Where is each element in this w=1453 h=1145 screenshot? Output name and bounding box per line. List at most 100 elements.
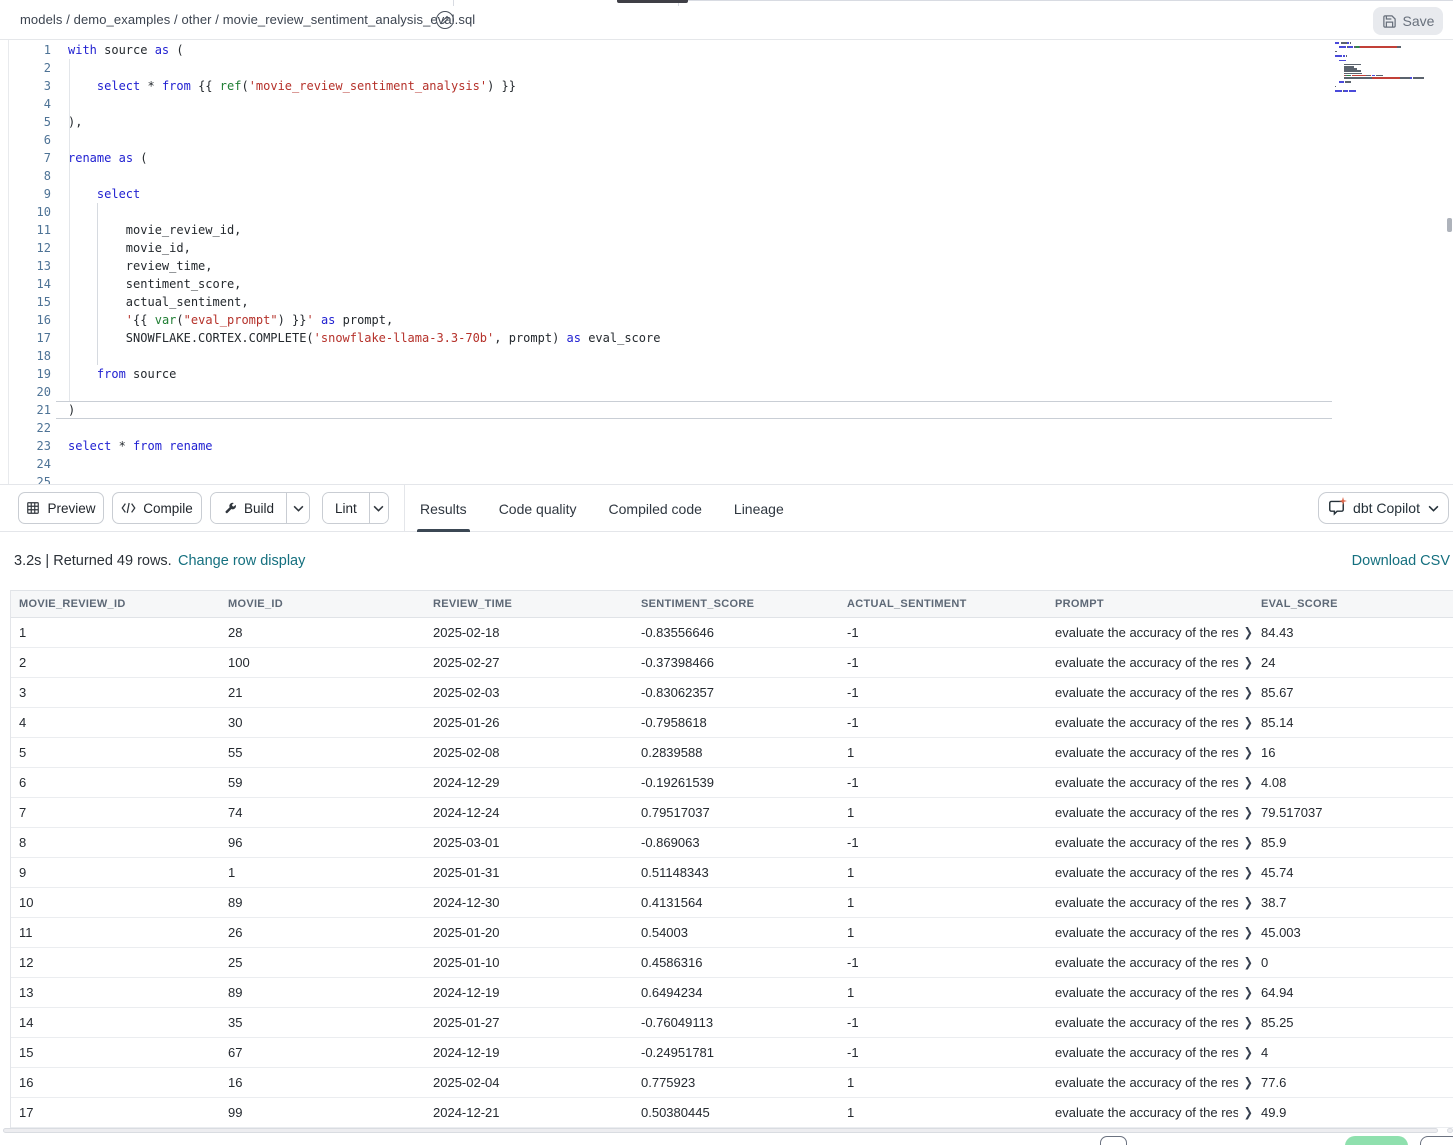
code-line[interactable]: movie_id,	[68, 239, 660, 257]
code-line[interactable]: select * from rename	[68, 437, 660, 455]
code-content[interactable]: with source as ( select * from {{ ref('m…	[68, 41, 660, 484]
table-row[interactable]: 8962025-03-01-0.869063-1evaluate the acc…	[11, 828, 1453, 858]
prompt-expand-chevron-icon[interactable]: ❯	[1244, 655, 1253, 670]
compile-button[interactable]: Compile	[112, 492, 202, 524]
table-row[interactable]: 5552025-02-080.28395881evaluate the accu…	[11, 738, 1453, 768]
prompt-expand-chevron-icon[interactable]: ❯	[1244, 625, 1253, 640]
column-header-sentiment_score[interactable]: SENTIMENT_SCORE	[633, 591, 839, 617]
save-button[interactable]: Save	[1373, 7, 1443, 35]
code-line[interactable]	[68, 419, 660, 437]
code-line[interactable]: '{{ var("eval_prompt") }}' as prompt,	[68, 311, 660, 329]
cutoff-button-left[interactable]	[1100, 1136, 1127, 1145]
table-row[interactable]: 14352025-01-27-0.76049113-1evaluate the …	[11, 1008, 1453, 1038]
table-row[interactable]: 6592024-12-29-0.19261539-1evaluate the a…	[11, 768, 1453, 798]
code-line[interactable]	[68, 131, 660, 149]
editor-vertical-scrollbar[interactable]	[1447, 218, 1452, 232]
table-row[interactable]: 12252025-01-100.4586316-1evaluate the ac…	[11, 948, 1453, 978]
table-row[interactable]: 4302025-01-26-0.7958618-1evaluate the ac…	[11, 708, 1453, 738]
column-header-movie_review_id[interactable]: MOVIE_REVIEW_ID	[11, 591, 220, 617]
prompt-expand-chevron-icon[interactable]: ❯	[1244, 685, 1253, 700]
build-button[interactable]: Build	[211, 493, 286, 523]
code-line[interactable]: ),	[68, 113, 660, 131]
line-number: 25	[9, 473, 51, 484]
column-header-review_time[interactable]: REVIEW_TIME	[425, 591, 633, 617]
results-tab-bar: ResultsCode qualityCompiled codeLineage	[404, 485, 800, 532]
code-line[interactable]	[68, 347, 660, 365]
lint-button[interactable]: Lint	[323, 493, 369, 523]
code-line[interactable]	[68, 473, 660, 484]
code-line[interactable]: actual_sentiment,	[68, 293, 660, 311]
download-csv-link[interactable]: Download CSV	[1352, 553, 1450, 569]
sql-code-editor[interactable]: 1234567891011121314151617181920212223242…	[0, 40, 1453, 484]
table-row[interactable]: 15672024-12-19-0.24951781-1evaluate the …	[11, 1038, 1453, 1068]
code-line[interactable]	[68, 167, 660, 185]
cutoff-button-green[interactable]	[1345, 1136, 1408, 1145]
breadcrumb[interactable]: models / demo_examples / other / movie_r…	[20, 12, 475, 27]
cell-eval_score: 4.08	[1253, 768, 1453, 797]
cutoff-button-right[interactable]	[1420, 1136, 1453, 1145]
prompt-expand-chevron-icon[interactable]: ❯	[1244, 1105, 1253, 1120]
cell-sentiment_score: -0.37398466	[633, 648, 839, 677]
table-row[interactable]: 16162025-02-040.7759231evaluate the accu…	[11, 1068, 1453, 1098]
cell-actual_sentiment: 1	[839, 888, 1047, 917]
code-line[interactable]: select * from {{ ref('movie_review_senti…	[68, 77, 660, 95]
build-dropdown-chevron-icon[interactable]	[286, 493, 309, 523]
prompt-expand-chevron-icon[interactable]: ❯	[1244, 1075, 1253, 1090]
prompt-expand-chevron-icon[interactable]: ❯	[1244, 955, 1253, 970]
column-header-eval_score[interactable]: EVAL_SCORE	[1253, 591, 1453, 617]
code-line[interactable]	[68, 59, 660, 77]
prompt-expand-chevron-icon[interactable]: ❯	[1244, 1015, 1253, 1030]
table-row[interactable]: 13892024-12-190.64942341evaluate the acc…	[11, 978, 1453, 1008]
prompt-expand-chevron-icon[interactable]: ❯	[1244, 775, 1253, 790]
code-line[interactable]: rename as (	[68, 149, 660, 167]
code-line[interactable]: SNOWFLAKE.CORTEX.COMPLETE('snowflake-lla…	[68, 329, 660, 347]
column-header-actual_sentiment[interactable]: ACTUAL_SENTIMENT	[839, 591, 1047, 617]
code-line[interactable]: movie_review_id,	[68, 221, 660, 239]
query-status-row: 3.2s | Returned 49 rows. Change row disp…	[0, 532, 1453, 590]
table-row[interactable]: 1282025-02-18-0.83556646-1evaluate the a…	[11, 618, 1453, 648]
code-line[interactable]: review_time,	[68, 257, 660, 275]
prompt-expand-chevron-icon[interactable]: ❯	[1244, 805, 1253, 820]
code-line[interactable]: )	[68, 401, 660, 419]
prompt-expand-chevron-icon[interactable]: ❯	[1244, 985, 1253, 1000]
prompt-expand-chevron-icon[interactable]: ❯	[1244, 835, 1253, 850]
tab-results[interactable]: Results	[404, 485, 483, 532]
horizontal-scrollbar[interactable]	[3, 1128, 1438, 1133]
table-row[interactable]: 3212025-02-03-0.83062357-1evaluate the a…	[11, 678, 1453, 708]
table-row[interactable]: 10892024-12-300.41315641evaluate the acc…	[11, 888, 1453, 918]
prompt-expand-chevron-icon[interactable]: ❯	[1244, 1045, 1253, 1060]
tab-compiled-code[interactable]: Compiled code	[593, 485, 718, 532]
code-line[interactable]	[68, 383, 660, 401]
cell-actual_sentiment: -1	[839, 618, 1047, 647]
preview-button[interactable]: Preview	[18, 492, 104, 524]
prompt-expand-chevron-icon[interactable]: ❯	[1244, 745, 1253, 760]
editor-minimap[interactable]	[1335, 42, 1435, 97]
code-line[interactable]: from source	[68, 365, 660, 383]
line-number-gutter: 1234567891011121314151617181920212223242…	[9, 41, 51, 484]
code-line[interactable]	[68, 203, 660, 221]
edit-pencil-icon[interactable]	[436, 11, 454, 29]
line-number: 20	[9, 383, 51, 401]
table-row[interactable]: 17992024-12-210.503804451evaluate the ac…	[11, 1098, 1453, 1128]
table-row[interactable]: 11262025-01-200.540031evaluate the accur…	[11, 918, 1453, 948]
column-header-prompt[interactable]: PROMPT	[1047, 591, 1253, 617]
column-header-movie_id[interactable]: MOVIE_ID	[220, 591, 425, 617]
code-line[interactable]	[68, 455, 660, 473]
table-row[interactable]: 7742024-12-240.795170371evaluate the acc…	[11, 798, 1453, 828]
table-row[interactable]: 21002025-02-27-0.37398466-1evaluate the …	[11, 648, 1453, 678]
table-row[interactable]: 912025-01-310.511483431evaluate the accu…	[11, 858, 1453, 888]
code-line[interactable]: select	[68, 185, 660, 203]
code-line[interactable]: with source as (	[68, 41, 660, 59]
prompt-expand-chevron-icon[interactable]: ❯	[1244, 715, 1253, 730]
dbt-copilot-button[interactable]: dbt Copilot	[1318, 492, 1449, 524]
lint-dropdown-chevron-icon[interactable]	[369, 493, 388, 523]
tab-lineage[interactable]: Lineage	[718, 485, 800, 532]
prompt-expand-chevron-icon[interactable]: ❯	[1244, 925, 1253, 940]
tab-code-quality[interactable]: Code quality	[483, 485, 593, 532]
change-row-display-link[interactable]: Change row display	[178, 553, 305, 569]
prompt-expand-chevron-icon[interactable]: ❯	[1244, 895, 1253, 910]
code-line[interactable]	[68, 95, 660, 113]
code-line[interactable]: sentiment_score,	[68, 275, 660, 293]
cell-review_time: 2024-12-19	[425, 978, 633, 1007]
prompt-expand-chevron-icon[interactable]: ❯	[1244, 865, 1253, 880]
